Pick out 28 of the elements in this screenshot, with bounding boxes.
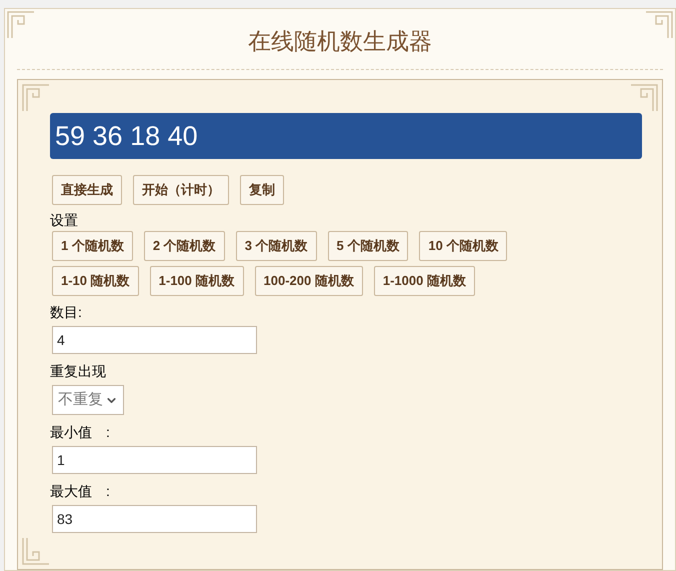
corner-ornament-icon (22, 84, 50, 112)
number-field[interactable]: 83 (52, 505, 257, 533)
preset-button[interactable]: 1-10 随机数 (52, 266, 139, 296)
preset-button[interactable]: 100-200 随机数 (254, 266, 363, 296)
field-label: 重复出现 (50, 362, 106, 381)
corner-ornament-icon (645, 11, 673, 39)
corner-ornament-icon (630, 84, 658, 112)
corner-ornament-icon (22, 537, 50, 565)
field-label: 最大值 : (50, 482, 110, 501)
corner-ornament-icon (7, 11, 35, 39)
preset-button[interactable]: 1-1000 随机数 (374, 266, 475, 296)
field-label: 数目: (50, 303, 82, 322)
action-button[interactable]: 直接生成 (52, 175, 122, 205)
preset-button[interactable]: 3 个随机数 (236, 231, 317, 261)
settings-label: 设置 (50, 211, 78, 230)
number-field[interactable]: 1 (52, 446, 257, 474)
action-button[interactable]: 复制 (240, 175, 284, 205)
preset-button[interactable]: 5 个随机数 (328, 231, 408, 261)
field-label: 最小值 : (50, 423, 110, 442)
preset-button[interactable]: 10 个随机数 (419, 231, 508, 261)
preset-button[interactable]: 1 个随机数 (52, 231, 133, 261)
repeat-select[interactable]: 不重复 (52, 385, 124, 415)
preset-button[interactable]: 2 个随机数 (144, 231, 225, 261)
number-field[interactable]: 4 (52, 326, 257, 354)
preset-button[interactable]: 1-100 随机数 (150, 266, 244, 296)
result-display: 59 36 18 40 (50, 113, 642, 159)
page-title: 在线随机数生成器 (248, 27, 432, 56)
action-button[interactable]: 开始（计时） (133, 175, 229, 205)
